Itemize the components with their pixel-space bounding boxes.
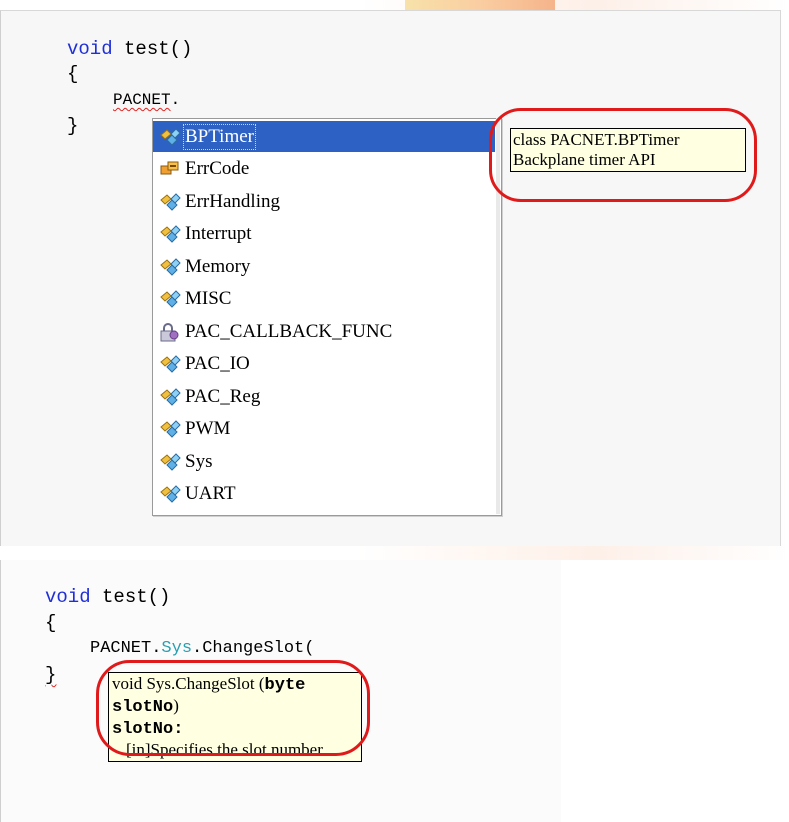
member-list-item[interactable]: ErrCode (153, 154, 495, 185)
member-list-item-label: ErrCode (185, 158, 250, 179)
namespace-token: PACNET (113, 91, 171, 109)
code-line-b3[interactable]: PACNET.Sys.ChangeSlot( (90, 638, 314, 660)
member-list-item[interactable]: UART (153, 479, 495, 510)
member-list-item[interactable]: PAC_CALLBACK_FUNC (153, 316, 495, 347)
code-line-b4: } (45, 664, 56, 686)
keyword-void: void (67, 38, 113, 60)
member-list-item-label: MISC (185, 288, 232, 309)
member-list-item[interactable]: Sys (153, 446, 495, 477)
highlight-ring-parameter-info (96, 660, 370, 756)
member-list-item-label: Interrupt (185, 223, 252, 244)
closing-brace: } (45, 664, 57, 686)
member-list-item-label: Sys (185, 450, 213, 472)
dot-token: . (170, 91, 181, 109)
member-list-item-label: PAC_IO (185, 353, 250, 374)
member-list-item-label: PAC_Reg (185, 385, 261, 407)
class-icon (159, 353, 181, 375)
highlight-ring-tooltip (489, 108, 757, 202)
member-list-item[interactable]: BPTimer (153, 121, 495, 152)
keyword-void: void (45, 586, 91, 608)
member-list-item[interactable]: MISC (153, 284, 495, 315)
function-signature: test() (112, 38, 193, 60)
class-icon (159, 126, 181, 148)
class-icon (159, 451, 181, 473)
enum-icon (159, 158, 181, 180)
code-line-b2: { (45, 612, 57, 634)
class-icon (159, 288, 181, 310)
code-line-3[interactable]: PACNET. (113, 89, 180, 111)
member-list-item[interactable]: PAC_IO (153, 349, 495, 380)
member-list-item-label: PWM (185, 418, 231, 439)
delegate-lock-icon (159, 321, 181, 343)
code-line-2: { (67, 63, 79, 85)
member-list-item[interactable]: PAC_Reg (153, 381, 495, 412)
member-list-item-label: Memory (185, 255, 251, 277)
code-line-4: } (67, 115, 79, 137)
member-list-item-label: ErrHandling (185, 190, 280, 212)
class-icon (159, 256, 181, 278)
member-list-item[interactable]: PWM (153, 414, 495, 445)
member-list-item[interactable]: Interrupt (153, 219, 495, 250)
method-call-token: .ChangeSlot( (192, 639, 315, 658)
member-list-item-label: UART (185, 483, 236, 504)
intellisense-member-list[interactable]: BPTimer ErrCode ErrHandling Interrupt Memory… (152, 118, 502, 516)
class-icon (159, 223, 181, 245)
member-list-item-label: PAC_CALLBACK_FUNC (185, 320, 393, 342)
code-line-b1: void test() (45, 586, 170, 608)
class-icon (159, 418, 181, 440)
type-token: Sys (161, 639, 193, 658)
member-list-item[interactable]: Memory (153, 251, 495, 282)
member-list-item[interactable]: ErrHandling (153, 186, 495, 217)
function-signature: test() (90, 586, 171, 608)
code-line-1: void test() (67, 38, 192, 60)
class-icon (159, 483, 181, 505)
class-icon (159, 191, 181, 213)
member-list-item-label: BPTimer (183, 123, 256, 150)
namespace-token: PACNET. (90, 639, 162, 658)
class-icon (159, 386, 181, 408)
